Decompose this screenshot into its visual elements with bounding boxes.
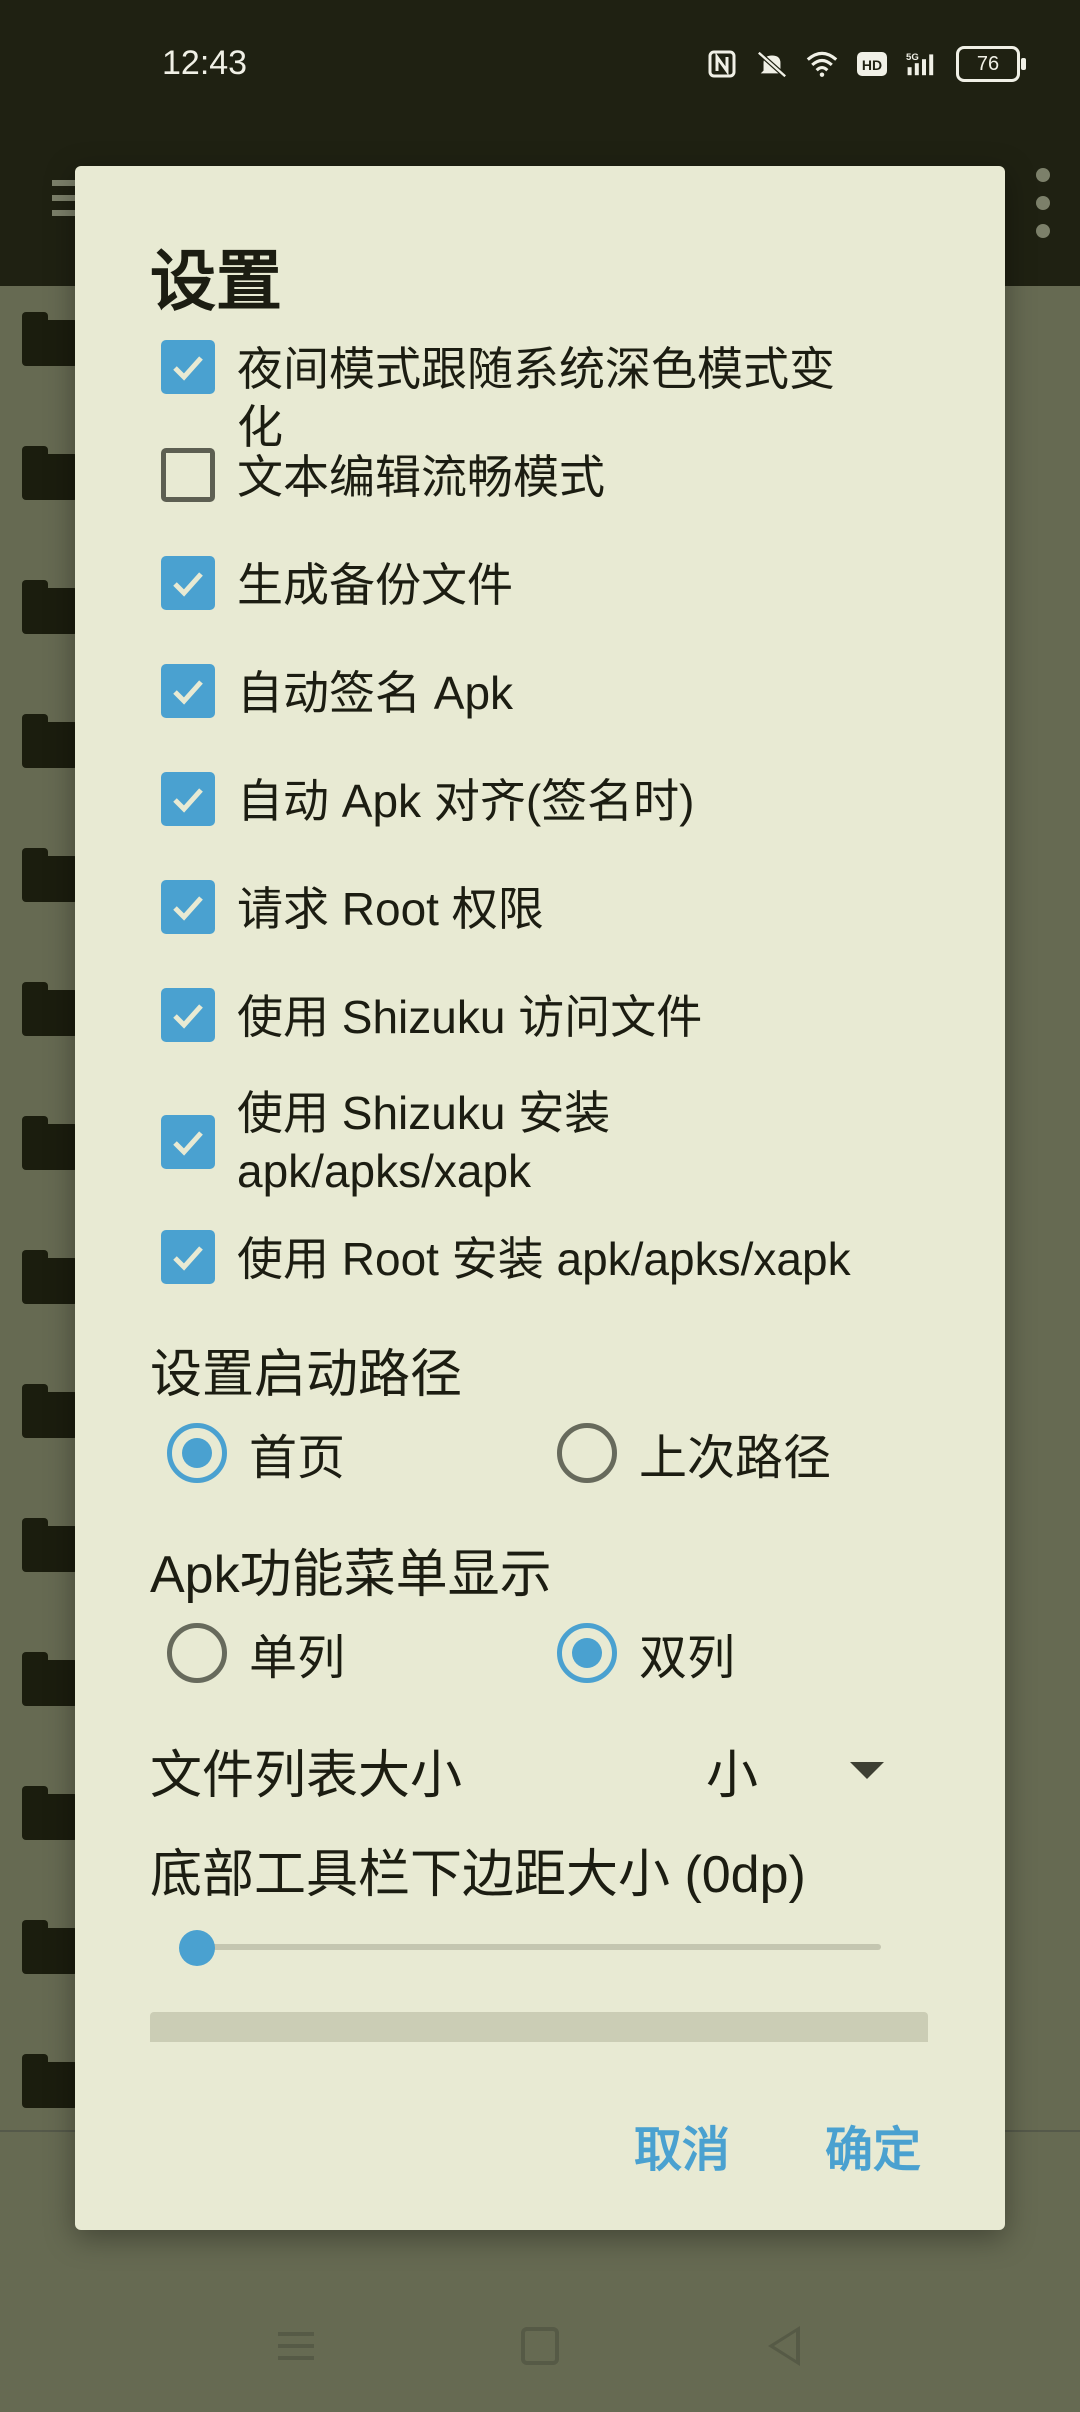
- folder-icon[interactable]: [22, 446, 78, 500]
- checkbox-generate-backup[interactable]: 生成备份文件: [161, 556, 877, 614]
- radio-apk-menu-double[interactable]: 双列: [557, 1618, 735, 1688]
- navigation-bar: [0, 2280, 1080, 2412]
- apk-menu-label: Apk功能菜单显示: [150, 1546, 552, 1604]
- battery-icon: 76: [956, 46, 1026, 82]
- folder-icon[interactable]: [22, 580, 78, 634]
- status-icons: HD 5G 76: [706, 46, 1026, 82]
- back-button[interactable]: [762, 2324, 806, 2368]
- checkbox-label: 夜间模式跟随系统深色模式变化: [237, 343, 835, 453]
- home-icon: [521, 2327, 559, 2365]
- checkbox-checked-icon[interactable]: [161, 664, 215, 718]
- folder-icon[interactable]: [22, 2054, 78, 2108]
- status-time: 12:43: [162, 44, 248, 82]
- radio-label: 双列: [639, 1632, 736, 1685]
- folder-icon[interactable]: [22, 1384, 78, 1438]
- checkbox-label: 生成备份文件: [237, 559, 513, 611]
- checkbox-checked-icon[interactable]: [161, 556, 215, 610]
- checkbox-dark-mode-follow-system[interactable]: 夜间模式跟随系统深色模式变化: [161, 340, 877, 456]
- hd-icon: HD: [856, 48, 888, 80]
- radio-apk-menu-single[interactable]: 单列: [167, 1618, 345, 1688]
- home-button[interactable]: [518, 2324, 562, 2368]
- svg-text:HD: HD: [862, 57, 882, 73]
- checkbox-label: 文本编辑流畅模式: [237, 451, 605, 503]
- folder-icon[interactable]: [22, 1518, 78, 1572]
- svg-text:5G: 5G: [906, 52, 919, 63]
- radio-startup-home[interactable]: 首页: [167, 1418, 345, 1488]
- radio-label: 单列: [249, 1632, 346, 1685]
- folder-icon[interactable]: [22, 1652, 78, 1706]
- checkbox-checked-icon[interactable]: [161, 988, 215, 1042]
- folder-icon[interactable]: [22, 982, 78, 1036]
- startup-path-label: 设置启动路径: [150, 1346, 463, 1404]
- checkbox-checked-icon[interactable]: [161, 340, 215, 394]
- radio-unselected-icon[interactable]: [167, 1623, 227, 1683]
- battery-level: 76: [976, 52, 1000, 75]
- bottom-margin-label: 底部工具栏下边距大小 (0dp): [150, 1846, 806, 1904]
- cancel-button[interactable]: 取消: [634, 2110, 730, 2180]
- wifi-icon: [806, 48, 838, 80]
- checkbox-checked-icon[interactable]: [161, 772, 215, 826]
- checkbox-shizuku-file-access[interactable]: 使用 Shizuku 访问文件: [161, 988, 877, 1046]
- checkbox-checked-icon[interactable]: [161, 1115, 215, 1169]
- more-options-icon[interactable]: [1036, 168, 1056, 252]
- checkbox-unchecked-icon[interactable]: [161, 448, 215, 502]
- radio-unselected-icon[interactable]: [557, 1423, 617, 1483]
- checkbox-label: 自动签名 Apk: [237, 667, 514, 719]
- file-list-size-spinner[interactable]: 小: [706, 1733, 758, 1808]
- radio-selected-icon[interactable]: [167, 1423, 227, 1483]
- radio-label: 首页: [249, 1432, 346, 1485]
- checkbox-request-root[interactable]: 请求 Root 权限: [161, 880, 877, 938]
- radio-selected-icon[interactable]: [557, 1623, 617, 1683]
- checkbox-label: 使用 Root 安装 apk/apks/xapk: [237, 1233, 851, 1285]
- dialog-title: 设置: [150, 244, 282, 318]
- checkbox-root-install[interactable]: 使用 Root 安装 apk/apks/xapk: [161, 1230, 877, 1288]
- bottom-margin-slider-thumb[interactable]: [179, 1930, 215, 1966]
- settings-dialog: 设置 夜间模式跟随系统深色模式变化 文本编辑流畅模式 生成备份文件 自动签名 A…: [75, 166, 1005, 2230]
- bottom-margin-slider-track[interactable]: [195, 1944, 881, 1950]
- checkbox-shizuku-install[interactable]: 使用 Shizuku 安装 apk/apks/xapk: [161, 1084, 857, 1200]
- signal-5g-icon: 5G: [906, 48, 938, 80]
- folder-icon[interactable]: [22, 1786, 78, 1840]
- folder-icon[interactable]: [22, 1920, 78, 1974]
- scroll-edge-panel: [150, 2012, 928, 2042]
- folder-icon[interactable]: [22, 1250, 78, 1304]
- folder-icon[interactable]: [22, 312, 78, 366]
- folder-icon[interactable]: [22, 848, 78, 902]
- checkbox-label: 请求 Root 权限: [237, 883, 544, 935]
- file-list-size-row: 文件列表大小 小: [150, 1730, 950, 1810]
- radio-label: 上次路径: [639, 1432, 832, 1485]
- folder-icon[interactable]: [22, 714, 78, 768]
- recent-apps-icon[interactable]: [274, 2324, 318, 2368]
- status-bar: 12:43 HD 5G 76: [0, 0, 1080, 136]
- checkbox-checked-icon[interactable]: [161, 880, 215, 934]
- checkbox-auto-align-apk[interactable]: 自动 Apk 对齐(签名时): [161, 772, 877, 830]
- dropdown-arrow-icon[interactable]: [850, 1761, 885, 1779]
- checkbox-auto-sign-apk[interactable]: 自动签名 Apk: [161, 664, 877, 722]
- mute-icon: [756, 48, 788, 80]
- checkbox-label: 使用 Shizuku 访问文件: [237, 991, 703, 1043]
- ok-button[interactable]: 确定: [825, 2110, 921, 2180]
- radio-startup-last-path[interactable]: 上次路径: [557, 1418, 831, 1488]
- checkbox-label: 自动 Apk 对齐(签名时): [237, 775, 695, 827]
- checkbox-label: 使用 Shizuku 安装 apk/apks/xapk: [237, 1087, 611, 1197]
- file-list-size-label: 文件列表大小: [150, 1746, 463, 1805]
- checkbox-smooth-text-edit[interactable]: 文本编辑流畅模式: [161, 448, 877, 506]
- nfc-icon: [706, 48, 738, 80]
- checkbox-checked-icon[interactable]: [161, 1230, 215, 1284]
- back-icon: [768, 2326, 800, 2366]
- folder-icon[interactable]: [22, 1116, 78, 1170]
